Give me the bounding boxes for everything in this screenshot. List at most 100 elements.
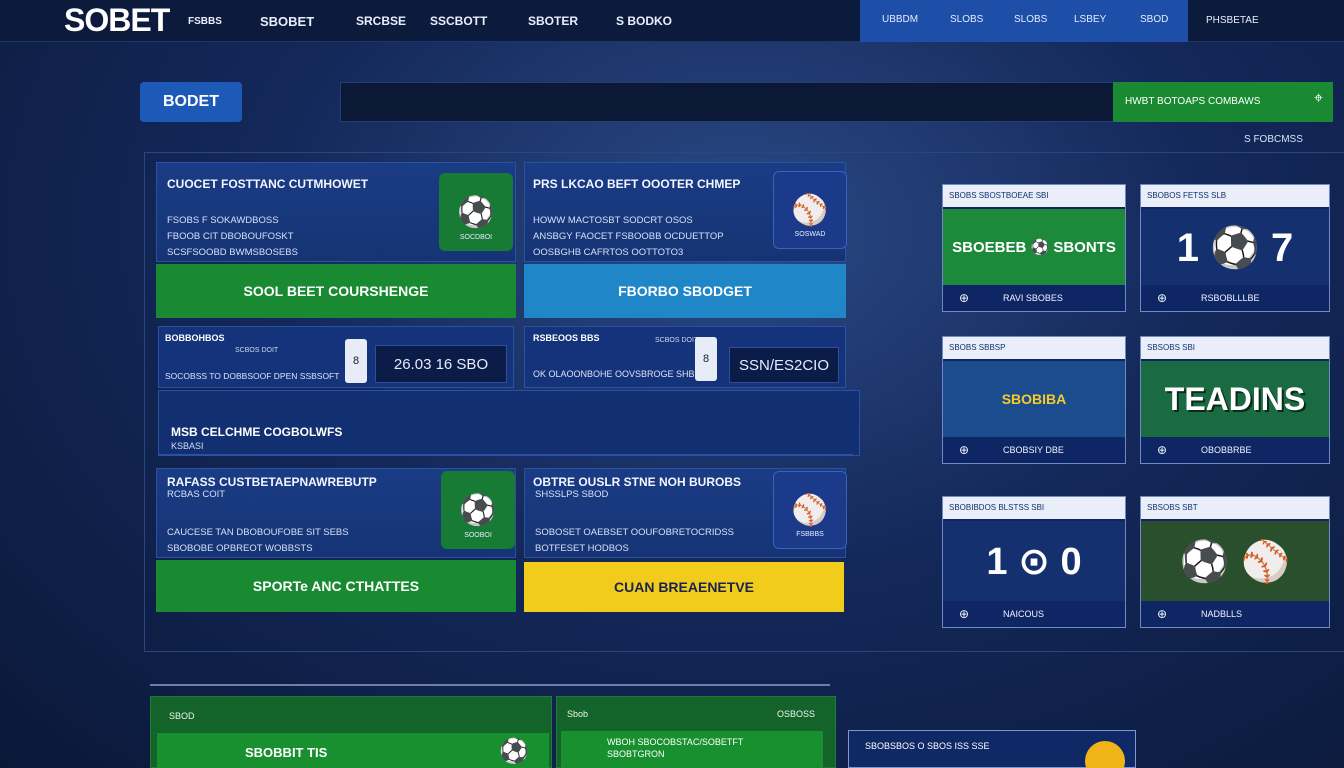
card-title: RAFASS CUSTBETAEPNAWREBUTP bbox=[167, 475, 377, 489]
footer-label: CBOBSIY DBE bbox=[1003, 445, 1064, 455]
soccer-ball-icon: ⚽ bbox=[499, 738, 529, 765]
side-card-footer: ⊕ NAICOUS bbox=[943, 601, 1125, 627]
soccer-ball-icon: ⚽ SOCDBOI bbox=[439, 173, 513, 251]
side-card-header: SBOBS SBBSP bbox=[943, 337, 1125, 359]
match-sub: SCBOS DOIT bbox=[655, 337, 699, 344]
side-card-body: ⚽ ⚾ bbox=[1141, 521, 1329, 601]
bottom-card-title: SBOBBIT TIS bbox=[245, 745, 328, 760]
card-line: BOTFESET HODBOS bbox=[535, 543, 629, 554]
side-card-2[interactable]: SBOBOS FETSS SLB 1 ⚽ 7 ⊕ RSBOBLLLBE bbox=[1140, 184, 1330, 312]
card-line: CAUCESE TAN DBOBOUFOBE SIT SEBS bbox=[167, 527, 349, 538]
card-line: FBOOB CIT DBOBOUFOSKT bbox=[167, 231, 294, 242]
side-card-header: SBSOBS SBT bbox=[1141, 497, 1329, 519]
brand-button[interactable]: BODET bbox=[140, 82, 242, 122]
info-banner[interactable]: MSB CELCHME COGBOLWFS KSBASI bbox=[158, 390, 860, 456]
top-navigation-bar: SOBET FSBBS SBOBET SRCBSE SSCBOTT SBOTER… bbox=[0, 0, 1344, 42]
tile-glyph: ⚽ bbox=[457, 195, 495, 229]
account-nav-item-3[interactable]: SLOBS bbox=[1014, 14, 1047, 25]
bottom-side-card[interactable]: SBOBSBOS O SBOS ISS SSE bbox=[848, 730, 1136, 768]
card-sub: SHSSLPS SBOD bbox=[535, 489, 609, 500]
side-card-footer: ⊕ CBOBSIY DBE bbox=[943, 437, 1125, 463]
bottom-card-right: OSBOSS bbox=[776, 709, 815, 719]
cta-button-4[interactable]: CUAN BREAENETVE bbox=[524, 562, 844, 612]
match-line: SOCOBSS TO DOBBSOOF DPEN SSBSOFT bbox=[165, 371, 340, 381]
target-icon: ⌖ bbox=[1313, 90, 1323, 107]
search-input[interactable] bbox=[340, 82, 1114, 122]
baseball-icon: ⚾ SOSWAD bbox=[773, 171, 847, 249]
gear-icon: ⊕ bbox=[1157, 607, 1168, 621]
promo-card-4[interactable]: OBTRE OUSLR STNE NOH BUROBS SHSSLPS SBOD… bbox=[524, 468, 847, 558]
bottom-card-2[interactable]: Sbob OSBOSS WBOH SBOCOBSTAC/SOBETFT SBOB… bbox=[556, 696, 836, 768]
nav-item-3[interactable]: SRCBSE bbox=[356, 14, 406, 28]
nav-item-1[interactable]: FSBBS bbox=[188, 16, 222, 27]
side-card-6[interactable]: SBSOBS SBT ⚽ ⚾ ⊕ NADBLLS bbox=[1140, 496, 1330, 628]
nav-right-link[interactable]: PHSBETAE bbox=[1206, 15, 1259, 26]
gear-icon: ⊕ bbox=[959, 291, 970, 305]
side-card-header: SBOBS SBOSTBOEAE SBI bbox=[943, 185, 1125, 207]
side-card-header: SBSOBS SBI bbox=[1141, 337, 1329, 359]
side-card-footer: ⊕ NADBLLS bbox=[1141, 601, 1329, 627]
promo-card-1[interactable]: CUOCET FOSTTANC CUTMHOWET FSOBS F SOKAWD… bbox=[156, 162, 516, 262]
lock-icon[interactable]: 8 bbox=[695, 337, 717, 381]
promo-strip-text: HWBT BOTOAPS COMBAWS bbox=[1125, 96, 1261, 107]
bottom-line: SBOBTGRON bbox=[607, 749, 665, 759]
card-title: PRS LKCAO BEFT OOOTER CHMEP bbox=[533, 177, 741, 191]
side-card-body: SBOEBEB ⚽ SBONTS bbox=[943, 209, 1125, 285]
side-card-1[interactable]: SBOBS SBOSTBOEAE SBI SBOEBEB ⚽ SBONTS ⊕ R… bbox=[942, 184, 1126, 312]
promo-card-3[interactable]: RAFASS CUSTBETAEPNAWREBUTP RCBAS COIT CA… bbox=[156, 468, 516, 558]
tile-glyph: ⚽ bbox=[459, 493, 497, 527]
site-logo[interactable]: SOBET bbox=[64, 2, 170, 39]
gear-icon: ⊕ bbox=[1157, 291, 1168, 305]
tile-glyph: ⚾ bbox=[791, 193, 829, 227]
footer-label: RSBOBLLLBE bbox=[1201, 293, 1260, 303]
card-line: SOBOSET OAEBSET OOUFOBRETOCRIDSS bbox=[535, 527, 735, 538]
match-row-1[interactable]: BOBBOHBOS SCBOS DOIT SOCOBSS TO DOBBSOOF… bbox=[158, 326, 514, 388]
side-card-footer: ⊕ RSBOBLLLBE bbox=[1141, 285, 1329, 311]
card-line: SCSFSOOBD BWMSBOSEBS bbox=[167, 247, 298, 258]
account-nav-item-5[interactable]: SBOD bbox=[1140, 14, 1168, 25]
tile-label: SOCDBOI bbox=[459, 234, 493, 241]
tile-label: SOSWAD bbox=[794, 231, 826, 238]
match-sub: SCBOS DOIT bbox=[235, 347, 279, 354]
account-nav-item-2[interactable]: SLOBS bbox=[950, 14, 983, 25]
bottom-card-1[interactable]: SBOD SBOBBIT TIS ⚽ bbox=[150, 696, 552, 768]
tile-glyph: ⚾ bbox=[791, 493, 829, 527]
match-row-2[interactable]: RSBEOOS BBS SCBOS DOIT OK OLAOONBOHE OOV… bbox=[524, 326, 846, 388]
account-nav-item-1[interactable]: UBBDM bbox=[882, 14, 918, 25]
nav-item-5[interactable]: SBOTER bbox=[528, 14, 578, 28]
tile-label: FSBBBS bbox=[796, 531, 824, 538]
match-label: RSBEOOS BBS bbox=[533, 333, 600, 343]
card-line: FSOBS F SOKAWDBOSS bbox=[167, 215, 279, 226]
bottom-line: WBOH SBOCOBSTAC/SOBETFT bbox=[607, 737, 744, 747]
gear-icon: ⊕ bbox=[1157, 443, 1168, 457]
cta-button-2[interactable]: FBORBO SBODGET bbox=[524, 264, 846, 318]
trophy-badge-icon bbox=[1085, 741, 1125, 768]
gear-icon: ⊕ bbox=[959, 607, 970, 621]
side-card-3[interactable]: SBOBS SBBSP SBOBIBA ⊕ CBOBSIY DBE bbox=[942, 336, 1126, 464]
side-card-footer: ⊕ RAVI SBOBES bbox=[943, 285, 1125, 311]
side-card-body: TEADINS bbox=[1141, 361, 1329, 437]
match-label: BOBBOHBOS bbox=[165, 333, 225, 343]
nav-item-2[interactable]: SBOBET bbox=[260, 14, 314, 29]
lock-icon[interactable]: 8 bbox=[345, 339, 367, 383]
side-card-header: SBOBOS FETSS SLB bbox=[1141, 185, 1329, 207]
promo-strip[interactable]: HWBT BOTOAPS COMBAWS ⌖ bbox=[1113, 82, 1333, 122]
nav-item-6[interactable]: S BODKO bbox=[616, 14, 672, 28]
side-card-5[interactable]: SBOBIBDOS BLSTSS SBI 1 ⊙ 0 ⊕ NAICOUS bbox=[942, 496, 1126, 628]
cta-button-1[interactable]: SOOL BEET COURSHENGE bbox=[156, 264, 516, 318]
banner-title: MSB CELCHME COGBOLWFS bbox=[171, 425, 343, 439]
footer-label: NAICOUS bbox=[1003, 609, 1045, 619]
baseball-icon: ⚾ FSBBBS bbox=[773, 471, 847, 549]
promo-card-2[interactable]: PRS LKCAO BEFT OOOTER CHMEP HOWW MACTOSB… bbox=[524, 162, 847, 262]
side-card-body: 1 ⊙ 0 bbox=[943, 521, 1125, 601]
bottom-card-label: SBOD bbox=[169, 711, 195, 721]
footer-label: RAVI SBOBES bbox=[1003, 293, 1063, 303]
bottom-card-inner: SBOBBIT TIS ⚽ bbox=[157, 733, 549, 768]
account-nav-group: UBBDM SLOBS SLOBS LSBEY SBOD bbox=[860, 0, 1188, 42]
nav-item-4[interactable]: SSCBOTT bbox=[430, 14, 487, 28]
side-card-4[interactable]: SBSOBS SBI TEADINS ⊕ OBOBBRBE bbox=[1140, 336, 1330, 464]
score-display: 26.03 16 SBO bbox=[375, 345, 507, 383]
account-nav-item-4[interactable]: LSBEY bbox=[1074, 14, 1106, 25]
cta-button-3[interactable]: SPORTe ANC CTHATTES bbox=[156, 560, 516, 612]
card-line: OOSBGHB CAFRTOS OOTTOTO3 bbox=[533, 247, 684, 258]
